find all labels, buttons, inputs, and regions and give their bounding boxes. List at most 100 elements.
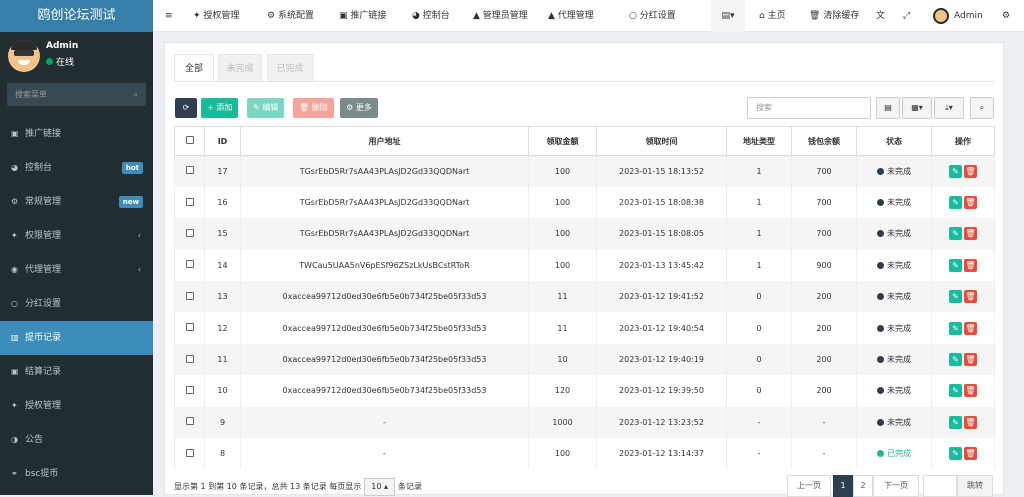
row-checkbox[interactable] xyxy=(174,186,205,219)
row-edit-icon[interactable]: ✎ xyxy=(949,384,962,398)
row-checkbox[interactable] xyxy=(174,155,205,187)
add-button[interactable]: + 添加 xyxy=(201,98,239,118)
table-row[interactable]: 12 0xaccea99712d0ed30e6fb5e0b734f25be05f3… xyxy=(174,312,995,344)
page-2-button[interactable]: 2 xyxy=(853,475,873,497)
table-row[interactable]: 11 0xaccea99712d0ed30e6fb5e0b734f25be05f3… xyxy=(174,343,995,376)
table-row[interactable]: 8-100 2023-01-12 13:14:37- - 已完成 ✎ 🗑 xyxy=(174,438,995,470)
topnav-sysconfig[interactable]: ⚙ 系统配置 xyxy=(267,0,314,32)
next-page-button[interactable]: 下一页 xyxy=(873,475,919,497)
table-row[interactable]: 16 TGsrEbD5Rr7sAA43PLAsJD2Gd33QQDNart 100 2… xyxy=(174,186,995,219)
row-edit-icon[interactable]: ✎ xyxy=(949,415,962,429)
row-delete-icon[interactable]: 🗑 xyxy=(964,258,977,272)
row-delete-icon[interactable]: 🗑 xyxy=(964,227,977,241)
topnav-fullscreen[interactable]: ⤢ xyxy=(903,0,910,32)
row-delete-icon[interactable]: 🗑 xyxy=(964,321,977,335)
topnav-admins[interactable]: ▲ 管理员管理 xyxy=(473,0,528,32)
topnav-admin-user[interactable]: Admin xyxy=(933,0,983,32)
sidebar-item-agents[interactable]: ◉ 代理管理 ‹ xyxy=(0,253,153,287)
edit-button[interactable]: ✎ 编辑 xyxy=(247,98,285,118)
row-delete-icon[interactable]: 🗑 xyxy=(964,164,977,178)
row-delete-icon[interactable]: 🗑 xyxy=(964,447,977,461)
main-panel: 全部 未完成 已完成 ⟳ + 添加 ✎ 编辑 🗑 删除 ⚙ 更多 搜索 ▤ ▦▾… xyxy=(164,42,1004,497)
table-view-icon[interactable]: ▤ xyxy=(876,97,900,119)
sidebar-item-dividend[interactable]: ○ 分红设置 xyxy=(0,287,153,321)
columns-icon[interactable]: ▦▾ xyxy=(902,97,932,119)
row-checkbox[interactable] xyxy=(174,249,205,282)
row-edit-icon[interactable]: ✎ xyxy=(949,290,962,304)
cell-id: 10 xyxy=(204,375,241,407)
row-delete-icon[interactable]: 🗑 xyxy=(964,290,977,304)
sidebar-item-settlement[interactable]: ▣ 结算记录 xyxy=(0,355,153,389)
sidebar-item-promo-links[interactable]: ▣ 推广链接 xyxy=(0,117,153,151)
row-checkbox[interactable] xyxy=(174,343,205,376)
row-checkbox[interactable] xyxy=(174,375,205,407)
row-edit-icon[interactable]: ✎ xyxy=(949,227,962,241)
row-delete-icon[interactable]: 🗑 xyxy=(964,384,977,398)
jump-button[interactable]: 跳转 xyxy=(957,475,993,497)
cell-type: 0 xyxy=(726,375,792,407)
topnav-dashboard[interactable]: ◕ 控制台 xyxy=(412,0,450,32)
topnav-translate[interactable]: 文 xyxy=(876,0,885,32)
col-id[interactable]: ID xyxy=(204,126,241,156)
row-checkbox[interactable] xyxy=(174,281,205,313)
tab-complete[interactable]: 已完成 xyxy=(267,54,313,82)
table-search-input[interactable]: 搜索 xyxy=(747,97,871,119)
row-edit-icon[interactable]: ✎ xyxy=(949,353,962,367)
export-icon[interactable]: ⤓▾ xyxy=(934,97,964,119)
row-checkbox[interactable] xyxy=(174,406,205,439)
page-1-button[interactable]: 1 xyxy=(833,475,853,497)
sidebar-toggle-button[interactable]: ≡ xyxy=(165,0,173,32)
table-row[interactable]: 15 TGsrEbD5Rr7sAA43PLAsJD2Gd33QQDNart 100 2… xyxy=(174,218,995,250)
topnav-home[interactable]: ⌂ 主页 xyxy=(759,0,786,32)
sidebar-item-withdraw-records[interactable]: ▥ 提币记录 xyxy=(0,321,153,355)
topnav-dividend[interactable]: ○ 分红设置 xyxy=(629,0,676,32)
more-button[interactable]: ⚙ 更多 xyxy=(340,98,378,118)
table-row[interactable]: 17 TGsrEbD5Rr7sAA43PLAsJD2Gd33QQDNart 100 2… xyxy=(174,155,995,187)
topnav-clear-cache[interactable]: 🗑 清除缓存 xyxy=(809,0,859,32)
col-address: 用户地址 xyxy=(240,126,529,156)
row-checkbox[interactable] xyxy=(174,218,205,250)
sidebar-item-label: 提币记录 xyxy=(25,333,62,343)
sidebar-item-authorization[interactable]: ✦ 授权管理 xyxy=(0,389,153,423)
col-actions: 操作 xyxy=(931,126,995,156)
cell-time: 2023-01-12 19:41:52 xyxy=(596,281,727,313)
sidebar-item-bsc-withdraw[interactable]: ⚭ bsc提币 xyxy=(0,457,153,491)
col-type: 地址类型 xyxy=(726,126,792,156)
sidebar-search-input[interactable]: 搜索菜单 ⌕ xyxy=(7,83,146,106)
sidebar-item-dashboard[interactable]: ◕ 控制台 hot xyxy=(0,151,153,185)
jump-page-input[interactable] xyxy=(923,475,957,497)
select-all-checkbox[interactable] xyxy=(174,126,205,156)
row-delete-icon[interactable]: 🗑 xyxy=(964,415,977,429)
table-row[interactable]: 10 0xaccea99712d0ed30e6fb5e0b734f25be05f3… xyxy=(174,375,995,407)
refresh-button[interactable]: ⟳ xyxy=(175,98,197,118)
topnav-layout-menu[interactable]: ▤▾ xyxy=(711,0,745,32)
tab-all[interactable]: 全部 xyxy=(174,54,214,82)
sidebar-item-general[interactable]: ⚙ 常规管理 new xyxy=(0,185,153,219)
table-row[interactable]: 9-1000 2023-01-12 13:23:52- - 未完成 ✎ 🗑 xyxy=(174,406,995,439)
row-edit-icon[interactable]: ✎ xyxy=(949,447,962,461)
app-logo[interactable]: 鸥创论坛测试 xyxy=(0,0,153,32)
topnav-auth[interactable]: ✦ 授权管理 xyxy=(193,0,239,32)
row-edit-icon[interactable]: ✎ xyxy=(949,164,962,178)
cell-actions: ✎ 🗑 xyxy=(931,281,995,313)
table-row[interactable]: 14 TWCau5UAA5nV6pESf96ZSzLkUsBCstRToR 100 2… xyxy=(174,249,995,282)
topnav-promo[interactable]: ▣ 推广链接 xyxy=(339,0,386,32)
row-checkbox[interactable] xyxy=(174,312,205,344)
table-row[interactable]: 13 0xaccea99712d0ed30e6fb5e0b734f25be05f3… xyxy=(174,281,995,313)
delete-button[interactable]: 🗑 删除 xyxy=(293,98,334,118)
row-edit-icon[interactable]: ✎ xyxy=(949,196,962,210)
topnav-agents[interactable]: ▲ 代理管理 xyxy=(548,0,594,32)
row-edit-icon[interactable]: ✎ xyxy=(949,321,962,335)
row-delete-icon[interactable]: 🗑 xyxy=(964,353,977,367)
sidebar-item-announcement[interactable]: ◑ 公告 xyxy=(0,423,153,457)
page-size-select[interactable]: 10 ▴ xyxy=(364,478,395,496)
tab-incomplete[interactable]: 未完成 xyxy=(218,54,262,82)
sidebar-item-permissions[interactable]: ✦ 权限管理 ‹ xyxy=(0,219,153,253)
row-delete-icon[interactable]: 🗑 xyxy=(964,196,977,210)
row-edit-icon[interactable]: ✎ xyxy=(949,258,962,272)
prev-page-button[interactable]: 上一页 xyxy=(787,475,831,497)
topnav-settings[interactable]: ⚙ xyxy=(1002,0,1010,32)
cell-address: TGsrEbD5Rr7sAA43PLAsJD2Gd33QQDNart xyxy=(240,218,529,250)
advanced-search-icon[interactable]: ⌕ xyxy=(970,97,994,119)
row-checkbox[interactable] xyxy=(174,438,205,470)
